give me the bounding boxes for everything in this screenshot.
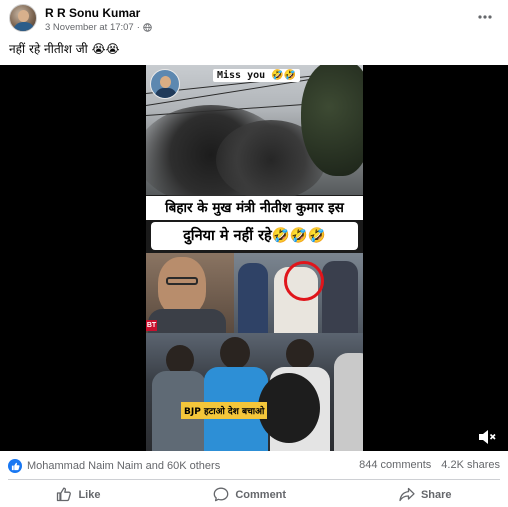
share-button[interactable]: Share — [389, 482, 462, 507]
crowd-scene — [146, 333, 363, 451]
like-icon — [57, 487, 72, 502]
caption-badge: BJP हटाओ देश बचाओ — [181, 402, 268, 419]
comment-icon — [213, 487, 229, 502]
mute-icon[interactable] — [477, 428, 497, 446]
video-headline-line1: बिहार के मुख मंत्री नीतीश कुमार इस — [146, 196, 363, 220]
more-options-icon[interactable] — [476, 10, 494, 24]
like-reaction-icon — [8, 459, 22, 473]
politician-portrait — [158, 257, 206, 315]
tv-channel-logo: BT — [146, 320, 157, 331]
post-timestamp[interactable]: 3 November at 17:07 — [45, 22, 134, 33]
divider — [8, 479, 500, 480]
reactions-summary[interactable]: Mohammad Naim Naim and 60K others — [8, 459, 220, 473]
comment-label: Comment — [235, 488, 287, 501]
like-label: Like — [78, 488, 101, 501]
share-label: Share — [420, 488, 452, 501]
video-frame[interactable]: Miss you 🤣🤣 बिहार के मुख मंत्री नीतीश कु… — [146, 65, 363, 451]
post-header: R R Sonu Kumar 3 November at 17:07 · — [0, 0, 508, 34]
video-player[interactable]: Miss you 🤣🤣 बिहार के मुख मंत्री नीतीश कु… — [0, 65, 508, 451]
globe-icon — [143, 23, 152, 32]
post-caption: नहीं रहे नीतीश जी 😭😭 — [9, 42, 120, 56]
reactions-text: Mohammad Naim Naim and 60K others — [27, 460, 221, 472]
author-name[interactable]: R R Sonu Kumar — [45, 6, 140, 20]
like-button[interactable]: Like — [46, 482, 110, 507]
engagement-bar: Mohammad Naim Naim and 60K others 844 co… — [0, 455, 508, 477]
comments-count[interactable]: 844 comments — [359, 459, 431, 471]
video-headline-line2: दुनिया मे नहीं रहे🤣🤣🤣 — [151, 222, 358, 250]
shares-count[interactable]: 4.2K shares — [441, 459, 500, 471]
overlay-text-top: Miss you 🤣🤣 — [213, 69, 301, 82]
action-bar: Like Comment Share — [0, 482, 508, 507]
author-avatar[interactable] — [9, 4, 37, 32]
comment-button[interactable]: Comment — [203, 482, 296, 507]
post-meta: 3 November at 17:07 · — [45, 22, 152, 33]
news-image: BT — [146, 253, 363, 333]
share-icon — [399, 487, 415, 502]
highlight-circle — [284, 261, 324, 301]
channel-avatar — [150, 69, 180, 99]
